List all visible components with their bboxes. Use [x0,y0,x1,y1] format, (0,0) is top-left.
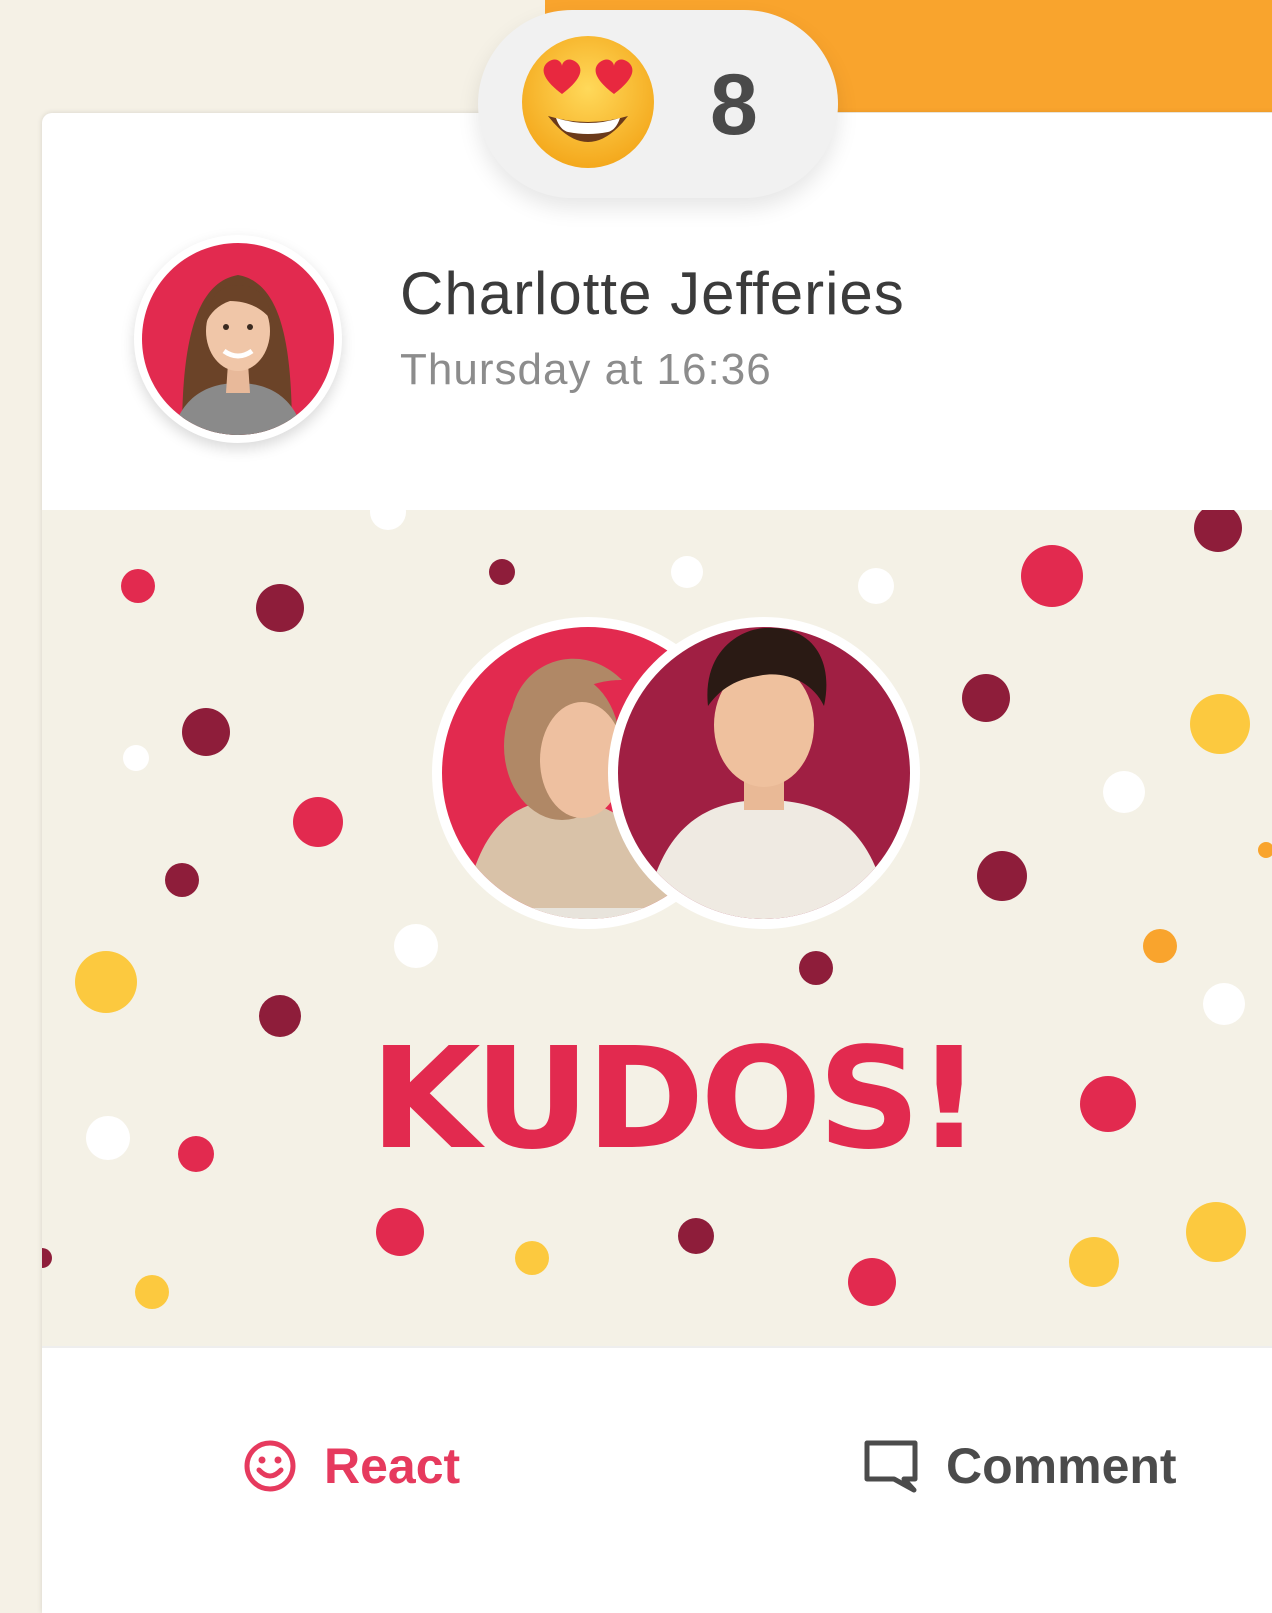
heart-eyes-emoji-icon [522,36,654,168]
kudos-title: KUDOS! [370,1018,982,1181]
comment-bubble-icon [864,1440,918,1493]
reaction-summary-pill[interactable]: 8 [478,10,838,198]
author-avatar[interactable] [134,235,342,443]
footer-divider [42,1346,1272,1348]
author-photo [142,243,334,435]
smiley-icon [244,1440,296,1492]
confetti-dots [42,510,1272,1309]
post-timestamp: Thursday at 16:36 [400,345,772,394]
reaction-count: 8 [710,57,758,153]
kudos-post-card: Charlotte Jefferies Thursday at 16:36 KU… [42,113,1272,1613]
comment-label: Comment [946,1438,1177,1494]
author-name[interactable]: Charlotte Jefferies [400,259,905,328]
react-label: React [324,1438,461,1494]
react-button[interactable]: React [242,1431,460,1501]
kudos-banner: KUDOS! [42,510,1272,1346]
comment-button[interactable]: Comment [862,1431,1177,1501]
